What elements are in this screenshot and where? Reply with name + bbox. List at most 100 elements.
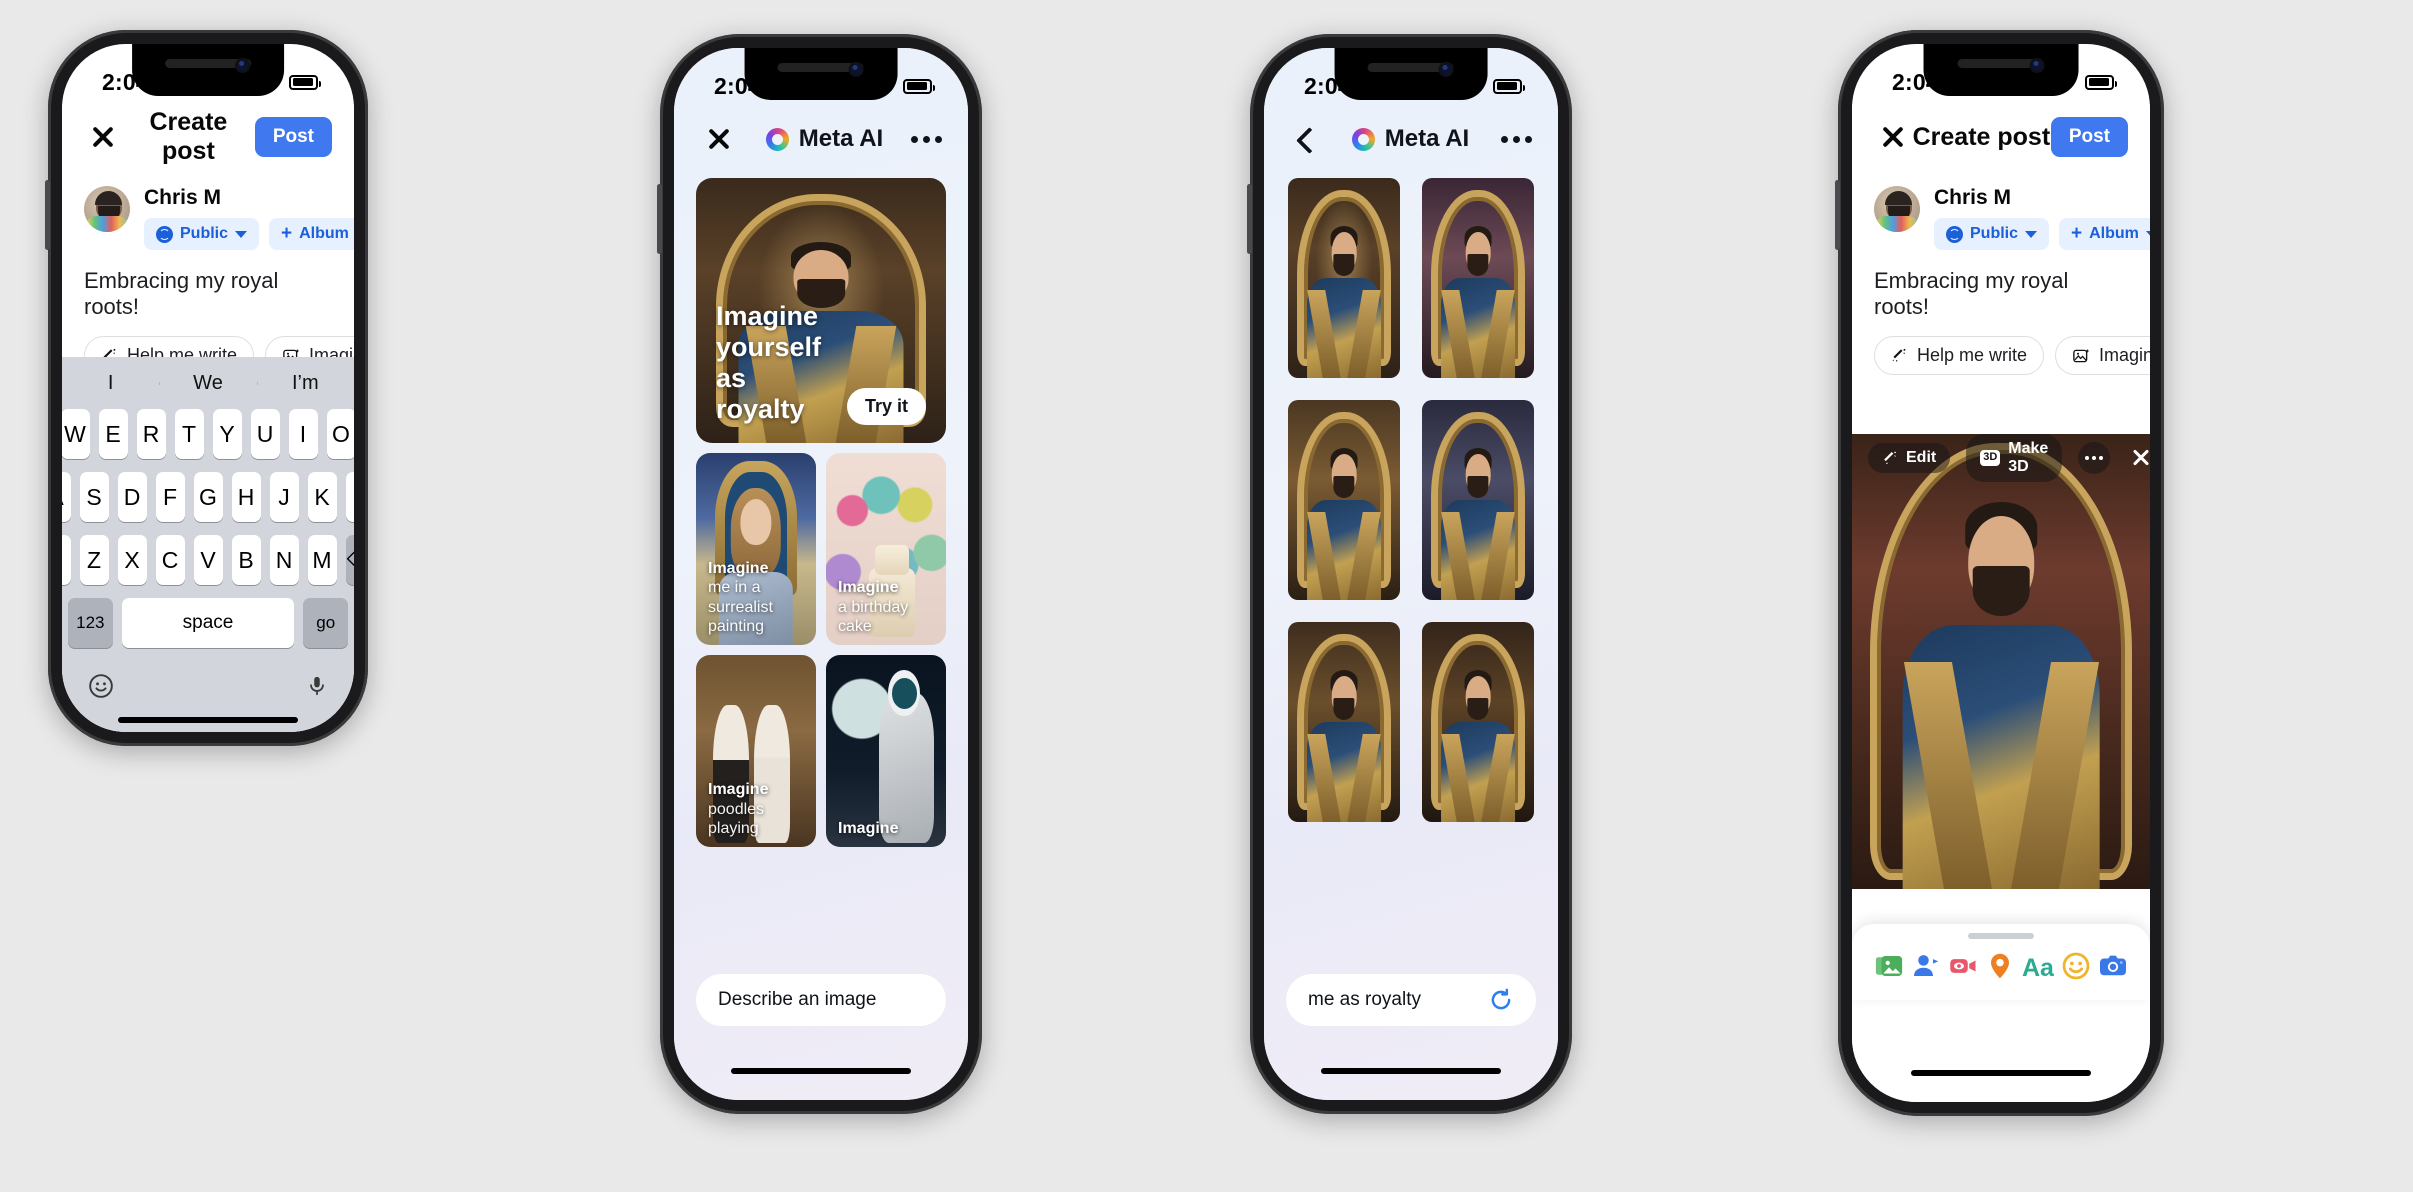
backspace-key[interactable]: ⌫: [345, 535, 354, 585]
key-t[interactable]: T: [174, 409, 204, 459]
result-image[interactable]: [1288, 622, 1400, 822]
numbers-key[interactable]: 123: [68, 598, 113, 648]
key-b[interactable]: B: [231, 535, 261, 585]
suggestion-card[interactable]: Imagine me in a surrealist painting: [696, 453, 816, 645]
key-n[interactable]: N: [269, 535, 299, 585]
post-text[interactable]: Embracing my royal roots!: [62, 250, 354, 320]
try-it-button[interactable]: Try it: [846, 388, 926, 425]
avatar[interactable]: [1874, 186, 1920, 232]
image-sparkle-icon: [2073, 348, 2090, 362]
ai-chip-imagine[interactable]: Imagine: [2055, 336, 2150, 375]
hero-title: Imagine yourself as royalty: [716, 300, 822, 424]
key-z[interactable]: Z: [79, 535, 109, 585]
more-options-icon[interactable]: [1501, 135, 1532, 143]
close-icon[interactable]: [84, 118, 122, 156]
suggestion-label: Imagine poodles playing: [708, 780, 806, 839]
magic-wand-icon: [1884, 451, 1896, 464]
suggestion-label: Imagine: [838, 819, 936, 839]
key-g[interactable]: G: [193, 472, 223, 522]
live-video-icon[interactable]: [1948, 951, 1978, 986]
key-k[interactable]: K: [307, 472, 337, 522]
refresh-icon[interactable]: [1488, 987, 1514, 1013]
emoji-icon[interactable]: [88, 673, 114, 704]
meta-ai-header: Meta AI: [1264, 106, 1558, 172]
result-image[interactable]: [1288, 178, 1400, 378]
ai-chip-help-me-write[interactable]: Help me write: [1874, 336, 2045, 375]
location-icon[interactable]: [1985, 951, 2015, 986]
post-text[interactable]: Embracing my royal roots!: [1852, 250, 2150, 320]
camera-icon[interactable]: [2098, 951, 2128, 986]
suggestion-card[interactable]: Imagine poodles playing: [696, 655, 816, 847]
key-j[interactable]: J: [269, 472, 299, 522]
prompt-value: me as royalty: [1308, 989, 1421, 1010]
close-icon[interactable]: [700, 120, 738, 158]
globe-icon: [156, 225, 173, 243]
chip-label: Public: [180, 225, 229, 242]
key-y[interactable]: Y: [212, 409, 242, 459]
more-options-icon[interactable]: [911, 135, 942, 143]
photos-icon[interactable]: [1874, 951, 1904, 986]
suggestion-prefix: Imagine: [838, 579, 899, 597]
key-d[interactable]: D: [117, 472, 147, 522]
audience-chip-album[interactable]: + Album: [269, 218, 354, 250]
suggestion-text: me in a surrealist painting: [708, 579, 773, 636]
key-r[interactable]: R: [136, 409, 166, 459]
suggestion-image: [826, 655, 946, 847]
key-u[interactable]: U: [250, 409, 280, 459]
go-key[interactable]: go: [303, 598, 348, 648]
audience-chip-public[interactable]: Public: [144, 218, 260, 250]
audience-chip-album[interactable]: + Album: [2059, 218, 2150, 250]
key-h[interactable]: H: [231, 472, 261, 522]
result-image[interactable]: [1422, 178, 1534, 378]
key-e[interactable]: E: [98, 409, 128, 459]
chevron-down-icon: [2025, 230, 2038, 238]
home-indicator: [1321, 1068, 1501, 1074]
key-x[interactable]: X: [117, 535, 147, 585]
key-o[interactable]: O: [326, 409, 354, 459]
mic-icon[interactable]: [306, 673, 328, 704]
key-i[interactable]: I: [288, 409, 318, 459]
result-image[interactable]: [1422, 400, 1534, 600]
key-m[interactable]: M: [307, 535, 337, 585]
result-image[interactable]: [1288, 400, 1400, 600]
shift-key[interactable]: ⬆: [62, 535, 71, 585]
tag-person-icon[interactable]: [1911, 951, 1941, 986]
key-l[interactable]: L: [345, 472, 354, 522]
describe-image-input[interactable]: Describe an image: [696, 974, 946, 1026]
hero-card[interactable]: Imagine yourself as royalty Try it: [696, 178, 946, 443]
post-button[interactable]: Post: [2050, 117, 2128, 157]
result-image[interactable]: [1422, 622, 1534, 822]
author-row: Chris M Public + Album: [1852, 170, 2150, 250]
key-c[interactable]: C: [155, 535, 185, 585]
feeling-icon[interactable]: [2061, 951, 2091, 986]
attached-image-preview[interactable]: Edit 3D Make 3D: [1852, 434, 2150, 889]
post-button[interactable]: Post: [254, 117, 332, 157]
keyboard-row-3: ⬆ Z X C V B N M ⌫: [62, 535, 354, 585]
suggestion-2[interactable]: I’m: [256, 372, 354, 395]
key-w[interactable]: W: [62, 409, 90, 459]
suggestion-0[interactable]: I: [62, 372, 159, 395]
suggestion-card[interactable]: Imagine: [826, 655, 946, 847]
key-a[interactable]: A: [62, 472, 71, 522]
close-icon[interactable]: [1874, 118, 1912, 156]
make-3d-button[interactable]: 3D Make 3D: [1966, 434, 2063, 482]
author-name: Chris M: [144, 186, 222, 209]
key-s[interactable]: S: [79, 472, 109, 522]
screenshot-stage: 2:04 Create post Post Chris M Public + A…: [0, 0, 2413, 1192]
chip-label: Help me write: [1917, 345, 2028, 365]
more-options-icon[interactable]: [2078, 442, 2111, 474]
edit-button[interactable]: Edit: [1868, 443, 1951, 473]
prompt-input[interactable]: me as royalty: [1286, 974, 1536, 1026]
text-style-icon[interactable]: Aa: [2022, 954, 2054, 983]
suggestion-1[interactable]: We: [159, 372, 256, 395]
key-f[interactable]: F: [155, 472, 185, 522]
back-chevron-icon[interactable]: [1290, 124, 1320, 154]
close-icon[interactable]: [2128, 445, 2150, 471]
chip-label: Imagine: [2099, 345, 2150, 365]
avatar[interactable]: [84, 186, 130, 232]
audience-chip-public[interactable]: Public: [1934, 218, 2050, 250]
space-key[interactable]: space: [121, 598, 295, 648]
key-v[interactable]: V: [193, 535, 223, 585]
chip-label: Public: [1970, 225, 2019, 242]
suggestion-card[interactable]: Imagine a birthday cake: [826, 453, 946, 645]
